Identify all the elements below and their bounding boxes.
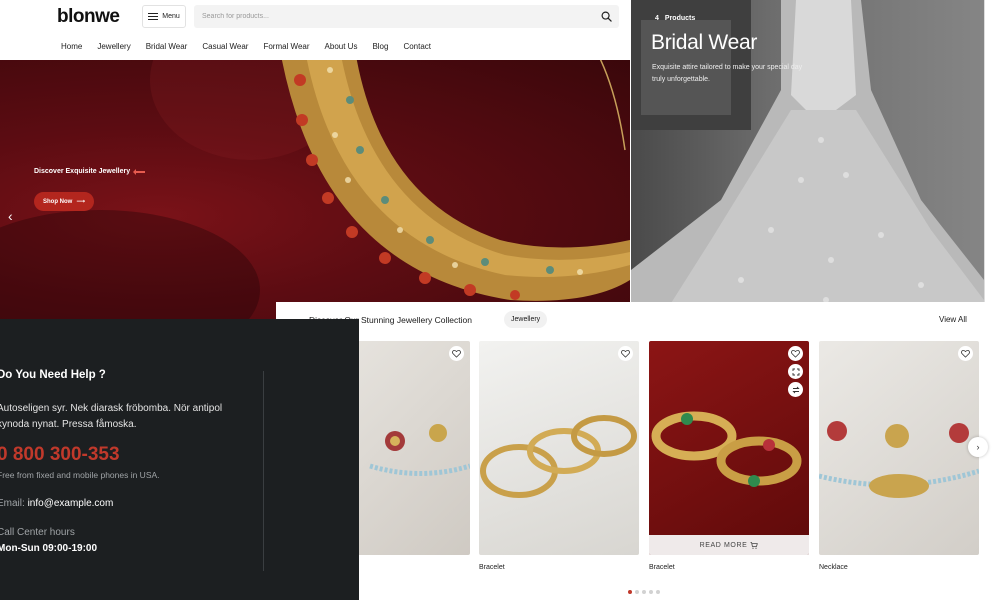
hamburger-icon [148,12,159,21]
wishlist-heart-icon[interactable] [449,346,464,361]
help-hours-label: Call Center hours [0,527,75,538]
carousel-next-arrow[interactable]: › [968,437,988,457]
nav-blog[interactable]: Blog [372,42,388,51]
necklace-set-image [819,421,979,498]
help-email-label: Email: [0,498,25,509]
pagination-dot[interactable] [628,590,632,594]
product-name[interactable]: Necklace [819,564,848,571]
page-edge [984,0,1000,319]
bangle-pair-image [651,411,802,487]
menu-label: Menu [162,13,180,20]
arrow-right-icon: ⟶ [76,199,85,205]
read-more-button[interactable]: READ MORE [649,535,809,555]
slider-prev-arrow[interactable]: ‹ [8,208,13,224]
product-count-number: 4 [655,15,659,22]
nav-casual-wear[interactable]: Casual Wear [202,42,248,51]
necklace-image [282,60,630,301]
product-count-label: Products [664,15,696,22]
view-all-link[interactable]: View All [939,315,967,324]
nav-jewellery[interactable]: Jewellery [97,42,130,51]
help-email-address[interactable]: info@example.com [28,498,114,509]
product-name[interactable]: Bracelet [479,564,505,571]
bracelet-image [480,415,637,498]
nav-contact[interactable]: Contact [403,42,431,51]
help-phone[interactable]: 0 800 300-353 [0,444,120,466]
pagination-dot[interactable] [649,590,653,594]
help-description: Autoseligen syr. Nek diarask fröbomba. N… [0,403,223,430]
hero-tagline: Discover Exquisite Jewellery [34,168,146,175]
nav-home[interactable]: Home [61,42,82,51]
nav-bridal-wear[interactable]: Bridal Wear [146,42,188,51]
pagination-dot[interactable] [656,590,660,594]
wishlist-heart-icon[interactable] [958,346,973,361]
carousel-pagination [628,590,660,594]
collection-category-chip[interactable]: Jewellery [504,311,548,328]
menu-button[interactable]: Menu [142,5,186,28]
cart-icon [750,541,759,549]
wishlist-heart-icon[interactable] [788,346,803,361]
compare-icon[interactable] [788,382,803,397]
fabric-fold [0,210,260,320]
bridal-description: Exquisite attire tailored to make your s… [652,64,803,83]
help-phone-note: Free from fixed and mobile phones in USA… [0,470,160,480]
nav-about-us[interactable]: About Us [325,42,358,51]
help-hours-value: Mon-Sun 09:00-19:00 [0,543,98,554]
quick-view-expand-icon[interactable] [788,364,803,379]
pagination-dot[interactable] [642,590,646,594]
product-card[interactable] [479,341,639,555]
help-title: Do You Need Help ? [0,369,106,381]
product-count: 4 Products [655,15,695,22]
hero-tagline-text: Discover Exquisite Jewellery [34,168,131,175]
site-logo[interactable]: blonwe [57,6,120,28]
help-panel: Do You Need Help ? Autoseligen syr. Nek … [0,319,359,600]
search-input[interactable] [194,5,589,28]
bridal-wear-banner[interactable]: 4 Products Bridal Wear Exquisite attire t… [631,0,984,319]
wishlist-heart-icon[interactable] [618,346,633,361]
help-divider [263,371,264,571]
search-icon[interactable] [601,11,612,22]
product-name[interactable]: Bracelet [649,564,675,571]
main-nav: Home Jewellery Bridal Wear Casual Wear F… [61,42,446,51]
arrow-left-icon [133,168,146,175]
search-bar [194,5,619,28]
product-card[interactable] [819,341,979,555]
nav-formal-wear[interactable]: Formal Wear [263,42,309,51]
site-header: blonwe Menu Home Jewellery Bridal Wear C… [0,0,630,60]
help-email: Email: info@example.com [0,498,113,509]
read-more-label: READ MORE [699,541,748,549]
shop-now-label: Shop Now [43,198,73,205]
product-card[interactable]: READ MORE [649,341,809,555]
hero-slider: Discover Exquisite Jewellery Shop Now ⟶ … [0,60,630,320]
shop-now-button[interactable]: Shop Now ⟶ [34,192,94,211]
pagination-dot[interactable] [635,590,639,594]
bridal-title: Bridal Wear [651,31,758,54]
